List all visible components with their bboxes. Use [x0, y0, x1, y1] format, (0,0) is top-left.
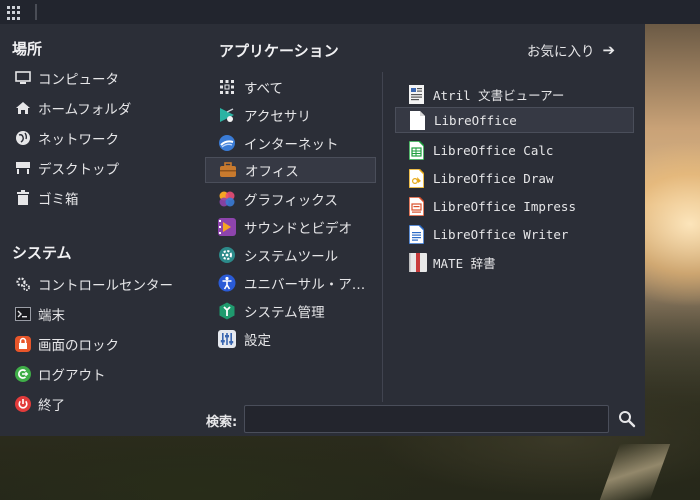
places-item-home[interactable]: ホームフォルダ	[14, 96, 131, 120]
category-universal-access[interactable]: ユニバーサル・ア…	[205, 270, 376, 296]
app-item-label: LibreOffice Impress	[433, 198, 576, 214]
network-icon	[14, 129, 32, 147]
category-label: サウンドとビデオ	[244, 221, 352, 237]
category-system-tools[interactable]: システムツール	[205, 242, 376, 268]
system-item-label: 画面のロック	[38, 338, 119, 354]
category-label: システム管理	[244, 305, 325, 321]
places-item-label: デスクトップ	[38, 162, 119, 178]
libreoffice-icon	[410, 110, 425, 130]
category-graphics[interactable]: グラフィックス	[205, 186, 376, 212]
places-item-label: コンピュータ	[38, 72, 119, 88]
app-item-label: LibreOffice Calc	[433, 142, 554, 158]
places-item-computer[interactable]: コンピュータ	[14, 66, 119, 90]
application-menu: 場所 コンピュータ ホームフォルダ ネットワーク デスクトップ ゴミ箱 システム	[0, 24, 645, 436]
top-panel	[0, 0, 700, 24]
sound-video-icon	[217, 217, 237, 237]
category-label: インターネット	[244, 137, 339, 153]
places-item-label: ホームフォルダ	[38, 102, 132, 118]
desktop-icon	[14, 159, 32, 177]
category-settings[interactable]: 設定	[205, 326, 376, 352]
system-item-shutdown[interactable]: 終了	[14, 392, 65, 416]
app-item-libreoffice[interactable]: LibreOffice	[395, 107, 634, 133]
home-icon	[14, 99, 32, 117]
dictionary-icon	[409, 252, 427, 272]
panel-separator-handle[interactable]	[35, 4, 37, 20]
arrow-right-icon: ➔	[602, 41, 616, 59]
system-item-lock-screen[interactable]: 画面のロック	[14, 332, 119, 356]
accessories-icon	[217, 105, 237, 125]
favorites-button[interactable]: お気に入り ➔	[527, 40, 615, 60]
logout-icon	[14, 365, 32, 383]
graphics-icon	[217, 189, 237, 209]
power-icon	[14, 395, 32, 413]
app-item-mate-dictionary[interactable]: MATE 辞書	[395, 249, 634, 275]
places-item-label: ゴミ箱	[38, 192, 79, 208]
system-item-control-center[interactable]: コントロールセンター	[14, 272, 173, 296]
all-apps-icon	[217, 77, 237, 97]
libreoffice-writer-icon	[408, 223, 425, 245]
category-label: すべて	[244, 81, 284, 97]
category-all[interactable]: すべて	[205, 74, 376, 100]
places-item-desktop[interactable]: デスクトップ	[14, 156, 119, 180]
system-tools-icon	[217, 245, 237, 265]
trash-icon	[14, 189, 32, 207]
universal-access-icon	[217, 273, 237, 293]
favorites-label: お気に入り	[527, 44, 595, 60]
app-item-label: LibreOffice	[434, 112, 517, 128]
app-item-libreoffice-writer[interactable]: LibreOffice Writer	[395, 221, 634, 247]
app-item-libreoffice-calc[interactable]: LibreOffice Calc	[395, 137, 634, 163]
search-input[interactable]	[244, 405, 609, 433]
system-item-logout[interactable]: ログアウト	[14, 362, 106, 386]
applications-title: アプリケーション	[219, 42, 339, 60]
system-title: システム	[12, 244, 72, 262]
control-center-icon	[14, 275, 32, 293]
category-label: 設定	[244, 333, 271, 349]
column-divider	[382, 72, 383, 402]
places-item-label: ネットワーク	[38, 132, 119, 148]
category-label: ユニバーサル・ア…	[244, 277, 366, 293]
applications-menu-button[interactable]	[6, 5, 22, 21]
settings-icon	[217, 329, 237, 349]
places-title: 場所	[12, 40, 43, 58]
app-item-libreoffice-impress[interactable]: LibreOffice Impress	[395, 193, 634, 219]
category-label: アクセサリ	[244, 109, 311, 125]
places-item-network[interactable]: ネットワーク	[14, 126, 119, 150]
system-item-label: 端末	[38, 308, 65, 324]
category-office[interactable]: オフィス	[205, 157, 376, 183]
places-item-trash[interactable]: ゴミ箱	[14, 186, 79, 210]
app-item-atril[interactable]: Atril 文書ビューアー	[395, 81, 634, 107]
libreoffice-impress-icon	[408, 195, 425, 217]
search-icon[interactable]	[618, 410, 636, 428]
system-item-label: ログアウト	[38, 368, 106, 384]
lock-icon	[14, 335, 32, 353]
system-item-label: コントロールセンター	[38, 278, 173, 294]
app-item-label: Atril 文書ビューアー	[433, 87, 565, 103]
computer-icon	[14, 69, 32, 87]
office-icon	[218, 160, 238, 180]
category-label: オフィス	[245, 164, 299, 180]
administration-icon	[217, 301, 237, 321]
app-item-label: LibreOffice Writer	[433, 226, 569, 242]
app-item-libreoffice-draw[interactable]: LibreOffice Draw	[395, 165, 634, 191]
system-item-label: 終了	[38, 398, 65, 414]
category-label: システムツール	[244, 249, 339, 265]
app-item-label: LibreOffice Draw	[433, 170, 554, 186]
libreoffice-draw-icon	[408, 167, 425, 189]
category-sound-video[interactable]: サウンドとビデオ	[205, 214, 376, 240]
terminal-icon	[14, 305, 32, 323]
category-administration[interactable]: システム管理	[205, 298, 376, 324]
search-label: 検索:	[206, 415, 238, 430]
libreoffice-calc-icon	[408, 139, 425, 161]
internet-icon	[217, 133, 237, 153]
app-item-label: MATE 辞書	[433, 255, 496, 271]
category-internet[interactable]: インターネット	[205, 130, 376, 156]
category-accessories[interactable]: アクセサリ	[205, 102, 376, 128]
atril-icon	[409, 84, 424, 104]
category-label: グラフィックス	[244, 193, 338, 209]
system-item-terminal[interactable]: 端末	[14, 302, 65, 326]
